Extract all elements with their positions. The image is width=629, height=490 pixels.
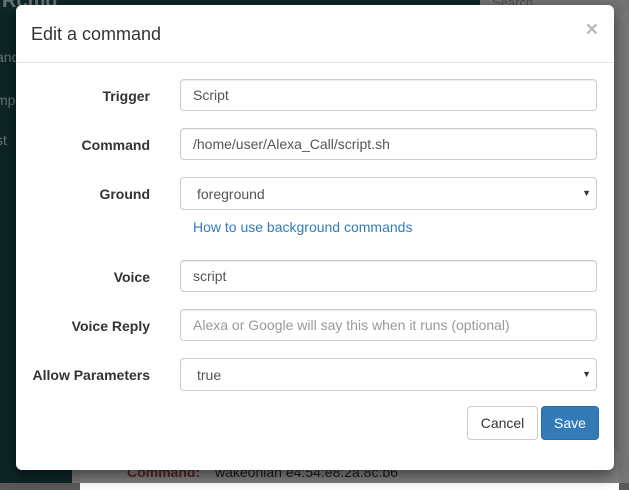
cancel-button[interactable]: Cancel	[467, 406, 538, 440]
ground-selected-value: foreground	[197, 186, 265, 202]
voice-label: Voice	[113, 269, 150, 285]
trigger-label: Trigger	[102, 88, 150, 104]
allow-parameters-label: Allow Parameters	[32, 367, 151, 383]
voice-reply-input[interactable]	[180, 309, 597, 341]
close-icon[interactable]: ×	[586, 19, 598, 40]
dropdown-arrow-icon: ▼	[582, 369, 591, 379]
allow-parameters-selected-value: true	[197, 367, 222, 383]
modal-title: Edit a command	[31, 24, 162, 44]
ground-label: Ground	[99, 186, 150, 202]
allow-parameters-select[interactable]: true ▼	[180, 358, 597, 391]
voice-input[interactable]	[180, 260, 597, 292]
ground-select[interactable]: foreground ▼	[180, 177, 597, 210]
command-input[interactable]	[180, 128, 597, 160]
background-commands-help-link[interactable]: How to use background commands	[193, 219, 412, 235]
modal-header: Edit a command ×	[16, 5, 614, 63]
save-button[interactable]: Save	[541, 406, 599, 440]
edit-command-modal: Edit a command × Trigger Command Ground …	[16, 5, 614, 470]
voice-reply-label: Voice Reply	[71, 318, 150, 334]
command-field-label: Command	[81, 137, 150, 153]
trigger-input[interactable]	[180, 79, 597, 111]
dropdown-arrow-icon: ▼	[582, 188, 591, 198]
